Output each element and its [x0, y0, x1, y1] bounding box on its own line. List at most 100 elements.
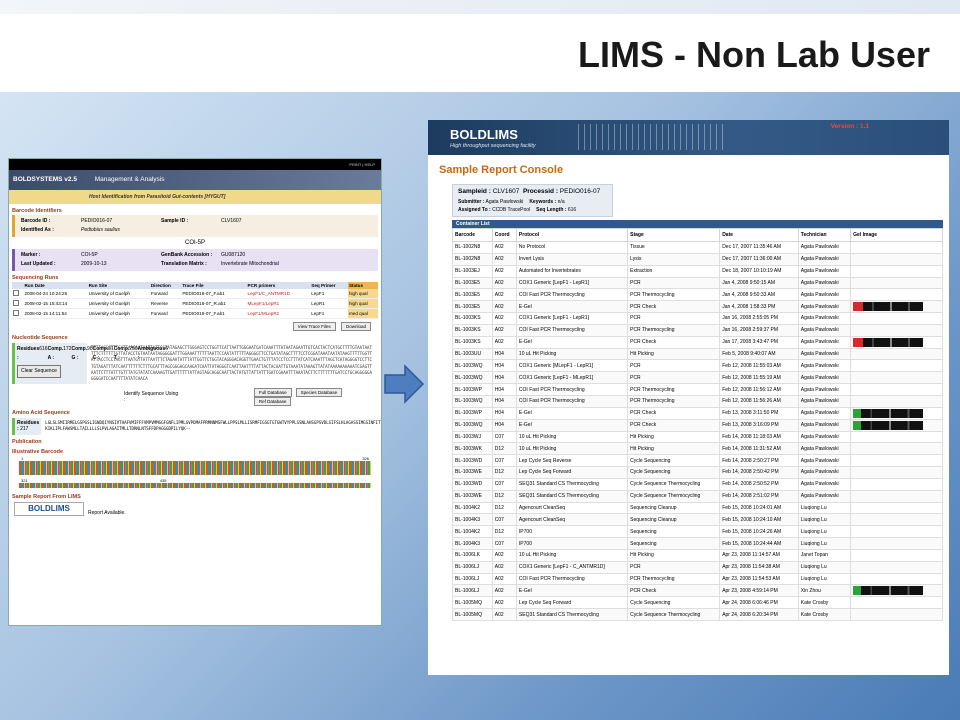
gel-image-cell — [850, 406, 943, 420]
container-row: BL-1006LJ A02 E-Gel PCR Check Apr 23, 2008 4… — [452, 584, 943, 598]
container-cell: Agata Pawlowski — [797, 418, 852, 432]
container-cell: H04 — [491, 394, 517, 408]
container-cell: A02 — [491, 264, 517, 278]
container-cell: A02 — [491, 241, 517, 254]
checkbox[interactable] — [13, 300, 19, 306]
run-checkbox-cell[interactable] — [12, 298, 24, 309]
boldlims-logo[interactable]: BOLDLIMS — [450, 127, 518, 142]
gel-image-cell — [850, 323, 943, 337]
container-cell: Cycle Sequence Thermocycling — [627, 489, 721, 503]
container-row: BL-1002N8 A02 No Protocol Tissue Dec 17, 200… — [452, 241, 943, 254]
container-cell: Agata Pawlowski — [797, 323, 852, 337]
sample-report-console-title: Sample Report Console — [439, 164, 564, 176]
container-cell: Jan 4, 2008 1:58:33 PM — [719, 300, 799, 314]
container-cell: PCR Thermocycling — [627, 394, 721, 408]
gel-image-cell — [850, 252, 943, 266]
identify-button[interactable]: Species Database — [295, 388, 343, 398]
container-cell: BL-1003WE — [452, 489, 493, 503]
gel-image-cell — [850, 264, 943, 278]
gel-image-cell — [850, 572, 943, 586]
container-col-header[interactable]: Coord — [491, 228, 517, 242]
container-cell: A02 — [491, 252, 517, 266]
header-links[interactable]: PRINT | HELP — [9, 159, 381, 170]
nucleotide-sequence-heading: Nucleotide Sequence — [12, 335, 68, 341]
container-row: BL-1004K3 C07 Agencourt CleanSeq Sequencing… — [452, 513, 943, 527]
gel-image-cell — [850, 288, 943, 302]
container-cell: A02 — [491, 584, 517, 598]
bold-brand[interactable]: BOLDSYSTEMS v2.5 — [13, 176, 77, 183]
genbank-value[interactable]: GU087120 — [221, 251, 311, 260]
container-cell: Agata Pawlowski — [797, 288, 852, 302]
checkbox[interactable] — [13, 290, 19, 296]
submitter-value: Agata Pawlowski — [485, 199, 524, 205]
clear-sequence-button[interactable]: Clear Sequence — [17, 365, 61, 378]
container-cell: Jan 4, 2008 9:50:33 AM — [719, 288, 799, 302]
container-col-header[interactable]: Gel Image — [850, 228, 943, 242]
gel-image[interactable] — [853, 586, 924, 596]
container-cell: COI Fast PCR Thermocycling — [515, 572, 629, 586]
container-row: BL-1003WQ H04 COI Fast PCR Thermocycling PC… — [452, 394, 943, 408]
identify-button[interactable]: Ref Database — [253, 397, 292, 407]
boldlims-report-logo[interactable]: BOLDLIMS — [14, 501, 84, 516]
container-cell: Agata Pawlowski — [797, 466, 852, 479]
container-cell: Apr 23, 2008 11:54:38 AM — [719, 560, 799, 574]
container-row: BL-1003WD C07 SEQ31 Standard CS Thermocycl… — [452, 477, 943, 491]
identify-button[interactable]: Full Database — [253, 388, 292, 398]
run-cell[interactable]: PEDIO016-07_R.ab1 — [181, 298, 247, 309]
container-cell: PCR — [627, 359, 721, 373]
gel-image-cell — [850, 359, 943, 373]
container-col-header[interactable]: Barcode — [452, 228, 493, 242]
container-cell: Cycle Sequence Thermocycling — [627, 477, 721, 491]
sample-summary-box: Sampleid : CLV1607 Processid : PEDIO016-… — [452, 184, 613, 217]
container-row: BL-1003E5 A02 COI Fast PCR Thermocycling PC… — [452, 288, 943, 302]
checkbox[interactable] — [13, 310, 19, 316]
container-cell: BL-1003WK — [452, 442, 493, 456]
gel-image-cell — [850, 596, 943, 610]
gel-image-cell — [850, 537, 943, 550]
gel-status-green — [853, 586, 862, 596]
container-cell: BL-1003EJ — [452, 264, 493, 278]
container-cell: Feb 15, 2008 10:24:44 AM — [719, 537, 799, 550]
container-cell: Invert Lysis — [515, 252, 629, 266]
run-cell[interactable]: PEDIO016-07_F.ab1 — [181, 308, 247, 319]
gel-image[interactable] — [853, 337, 924, 347]
gel-image-cell — [850, 442, 943, 456]
container-row: BL-1003WD C07 Lep Cycle Seq Reverse Cycle S… — [452, 454, 943, 468]
container-cell: Feb 14, 2008 2:51:02 PM — [719, 489, 799, 503]
gel-image[interactable] — [853, 408, 924, 418]
run-cell[interactable]: PEDIO016-07_F.ab1 — [181, 289, 247, 299]
container-cell: Agata Pawlowski — [797, 430, 852, 444]
container-cell: Hit Picking — [627, 548, 721, 562]
seqlength-label: Seq Length : — [536, 207, 567, 213]
run-cell: University of Guelph — [87, 298, 150, 309]
container-cell: Feb 12, 2008 11:55:03 AM — [719, 359, 799, 373]
download-button[interactable]: Download — [340, 322, 371, 331]
container-col-header[interactable]: Protocol — [515, 228, 629, 242]
run-checkbox-cell[interactable] — [12, 308, 24, 319]
container-cell: Jan 16, 2008 2:59:37 PM — [719, 323, 799, 337]
identified-as-value: Pediobius saulius — [81, 227, 120, 233]
view-trace-files-button[interactable]: View Trace Files — [292, 322, 336, 331]
container-cell: C07 — [491, 537, 517, 550]
run-checkbox-cell[interactable] — [12, 289, 24, 299]
container-cell: Sequencing — [627, 525, 721, 539]
container-row: BL-1006LJ A02 COX1 Generic [LepF1 - C_ANTM… — [452, 560, 943, 574]
container-cell: E-Gel — [515, 418, 629, 432]
container-cell: Liuqiong Lu — [797, 537, 852, 550]
container-cell: Feb 12, 2008 11:55:19 AM — [719, 371, 799, 385]
container-cell: A02 — [491, 335, 517, 349]
container-cell: COX1 Generic [LepF1 - LepR1] — [515, 276, 629, 290]
container-cell: Apr 24, 2008 6:20:34 PM — [719, 608, 799, 621]
container-col-header[interactable]: Date — [719, 228, 799, 242]
container-col-header[interactable]: Technician — [797, 228, 852, 242]
container-col-header[interactable]: Stage — [627, 228, 721, 242]
stat-row: Residues :616 — [17, 345, 48, 362]
gel-image[interactable] — [853, 420, 924, 430]
run-cell: University of Guelph — [87, 308, 150, 319]
container-cell: BL-1003WD — [452, 454, 493, 468]
runs-col-header — [12, 282, 24, 289]
container-cell: Feb 14, 2008 11:18:03 AM — [719, 430, 799, 444]
barcode-strip-2 — [19, 482, 371, 488]
container-cell: Agencourt CleanSeq — [515, 513, 629, 527]
gel-image[interactable] — [853, 302, 924, 312]
